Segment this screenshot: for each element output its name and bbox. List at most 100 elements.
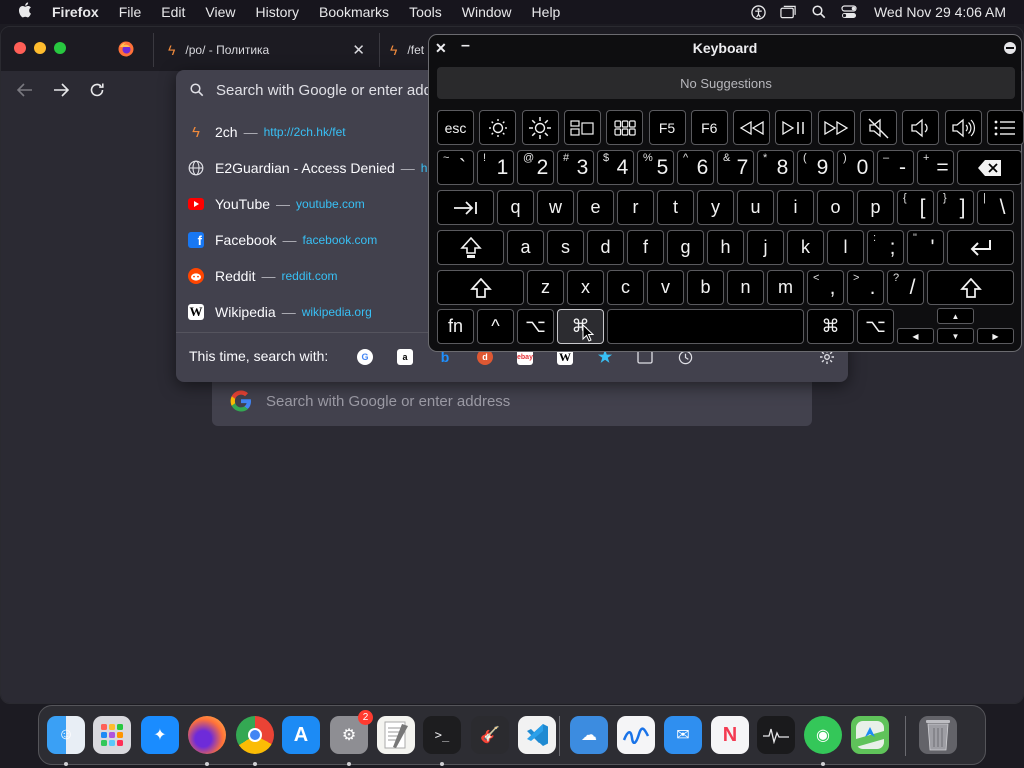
key-v[interactable]: v (647, 270, 684, 305)
key-2[interactable]: @2 (517, 150, 554, 185)
key-arrow-down[interactable]: ▼ (937, 328, 974, 344)
key-f[interactable]: f (627, 230, 664, 265)
key-7[interactable]: & 7 (717, 150, 754, 185)
dock-firefox-icon[interactable] (188, 716, 226, 754)
dock-app-store-icon[interactable]: A (282, 716, 320, 754)
key-fast-forward[interactable] (817, 110, 855, 145)
back-button[interactable] (16, 83, 33, 102)
key-right-option[interactable]: ⌥ (857, 309, 894, 344)
key-bracket-0[interactable]: {[ (897, 190, 934, 225)
dock-trash-icon[interactable] (919, 716, 957, 754)
menu-file[interactable]: File (109, 4, 152, 20)
dock-news-icon[interactable]: N (711, 716, 749, 754)
dock-textedit-icon[interactable] (377, 716, 415, 754)
dock-finder-icon[interactable]: ☺ (47, 716, 85, 754)
key-9[interactable]: (9 (797, 150, 834, 185)
key-control[interactable]: ^ (477, 309, 514, 344)
key-j[interactable]: j (747, 230, 784, 265)
key-g[interactable]: g (667, 230, 704, 265)
key-o[interactable]: o (817, 190, 854, 225)
key-h[interactable]: h (707, 230, 744, 265)
key-volume-up[interactable] (944, 110, 982, 145)
key-s[interactable]: s (547, 230, 584, 265)
key-arrow-left[interactable]: ◀ (897, 328, 934, 344)
key-delete[interactable] (957, 150, 1022, 185)
key-fn[interactable]: fn (437, 309, 474, 344)
minimize-icon[interactable]: – (461, 37, 470, 55)
dock-launchpad-icon[interactable] (93, 716, 131, 754)
key-k[interactable]: k (787, 230, 824, 265)
key-right-shift[interactable] (927, 270, 1014, 305)
key-y[interactable]: y (697, 190, 734, 225)
key-0[interactable]: ~ ` (437, 150, 474, 185)
menu-view[interactable]: View (195, 4, 245, 20)
key-e[interactable]: e (577, 190, 614, 225)
key-space[interactable] (607, 309, 804, 344)
menu-help[interactable]: Help (522, 4, 571, 20)
key-6[interactable]: ^ 6 (677, 150, 714, 185)
dock-find-my-icon[interactable]: ◉ (804, 716, 842, 754)
menu-window[interactable]: Window (452, 4, 522, 20)
home-search-box[interactable]: Search with Google or enter address (212, 376, 812, 426)
key-12[interactable]: + = (917, 150, 954, 185)
key-volume-down[interactable] (902, 110, 940, 145)
key-esc[interactable]: esc (437, 110, 474, 145)
key-bracket-1[interactable]: }] (937, 190, 974, 225)
key-c[interactable]: c (607, 270, 644, 305)
key-punct-z-1[interactable]: >. (847, 270, 884, 305)
menu-tools[interactable]: Tools (399, 4, 452, 20)
key-q[interactable]: q (497, 190, 534, 225)
key-brightness-down[interactable] (479, 110, 517, 145)
dock-vscode-icon[interactable] (518, 716, 556, 754)
key-10[interactable]: ) 0 (837, 150, 874, 185)
key-left-shift[interactable] (437, 270, 524, 305)
menu-history[interactable]: History (245, 4, 309, 20)
menu-bookmarks[interactable]: Bookmarks (309, 4, 399, 20)
key-x[interactable]: x (567, 270, 604, 305)
key-tab[interactable] (437, 190, 494, 225)
key-arrow-up[interactable]: ▲ (937, 308, 974, 324)
options-icon[interactable] (1004, 42, 1016, 54)
key-4[interactable]: $4 (597, 150, 634, 185)
control-center-icon[interactable] (834, 5, 864, 19)
dock-terminal-icon[interactable]: >_ (423, 716, 461, 754)
key-w[interactable]: w (537, 190, 574, 225)
key-z[interactable]: z (527, 270, 564, 305)
reload-button[interactable] (89, 82, 105, 103)
key-r[interactable]: r (617, 190, 654, 225)
key-mission-control[interactable] (563, 110, 601, 145)
key-d[interactable]: d (587, 230, 624, 265)
dock-mail-icon[interactable]: ✉ (664, 716, 702, 754)
key-1[interactable]: ! 1 (477, 150, 514, 185)
key-f6[interactable]: F6 (690, 110, 728, 145)
key-u[interactable]: u (737, 190, 774, 225)
key-mute[interactable] (860, 110, 897, 145)
key-l[interactable]: l (827, 230, 864, 265)
amazon-engine-icon[interactable]: a (397, 349, 413, 365)
dock-system-settings-icon[interactable]: ⚙ 2 (330, 710, 373, 754)
dock-weather-icon[interactable]: ☁ (570, 716, 608, 754)
key-right-command[interactable]: ⌘ (807, 309, 854, 344)
key-left-command[interactable]: ⌘ (557, 309, 604, 344)
key-b[interactable]: b (687, 270, 724, 305)
dock-freeform-icon[interactable] (617, 716, 655, 754)
close-tab-icon[interactable]: ✕ (352, 41, 365, 59)
firefox-view-icon[interactable] (118, 41, 134, 57)
tab-po[interactable]: ϟ /po/ - Политика ✕ (153, 33, 379, 67)
dock-maps-icon[interactable] (851, 716, 889, 754)
forward-button[interactable] (53, 83, 70, 102)
dock-garageband-icon[interactable]: 🎸 (471, 716, 509, 754)
key-5[interactable]: % 5 (637, 150, 674, 185)
key-11[interactable]: – - (877, 150, 914, 185)
window-icon[interactable] (774, 5, 804, 19)
key-i[interactable]: i (777, 190, 814, 225)
menu-edit[interactable]: Edit (151, 4, 195, 20)
google-engine-icon[interactable]: G (357, 349, 373, 365)
apple-menu-icon[interactable] (0, 1, 42, 23)
key-brightness-up[interactable] (521, 110, 559, 145)
dock-activity-monitor-icon[interactable] (757, 716, 795, 754)
app-menu-firefox[interactable]: Firefox (42, 4, 109, 20)
zoom-window-button[interactable] (54, 42, 66, 54)
key-return[interactable] (947, 230, 1014, 265)
key-punct-z-0[interactable]: <, (807, 270, 844, 305)
